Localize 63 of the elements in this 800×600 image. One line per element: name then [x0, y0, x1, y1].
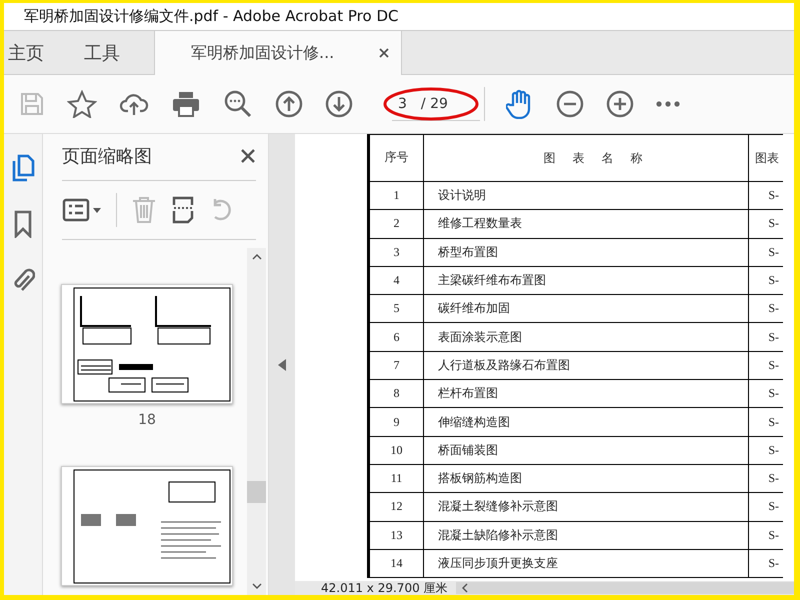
- table-cell: 11: [368, 464, 424, 493]
- table-cell: 3: [368, 238, 424, 266]
- table-cell: 桥型布置图: [424, 238, 748, 266]
- cloud-upload-icon[interactable]: [119, 91, 149, 117]
- star-icon[interactable]: [67, 90, 97, 118]
- close-icon[interactable]: [240, 148, 256, 164]
- page-number-field[interactable]: 3: [398, 96, 407, 112]
- table-cell: 伸缩缝构造图: [424, 408, 748, 436]
- tab[interactable]: 军明桥加固设计修...: [154, 31, 402, 75]
- table-cell: 表面涂装示意图: [424, 322, 748, 352]
- scroll-down-icon[interactable]: [252, 583, 262, 589]
- arrow-down-circle-icon[interactable]: [325, 90, 353, 118]
- table-cell: 维修工程数量表: [424, 210, 748, 238]
- table-cell: 栏杆布置图: [424, 380, 748, 408]
- column-header: 序号: [368, 134, 424, 182]
- options-menu-icon[interactable]: [62, 198, 102, 222]
- table-cell: 10: [368, 436, 424, 464]
- table-cell: 14: [368, 549, 424, 578]
- table-cell: 2: [368, 210, 424, 238]
- table-cell: 7: [368, 351, 424, 380]
- table-cell: 9: [368, 408, 424, 436]
- table-cell: 混凝土缺陷修补示意图: [424, 521, 748, 550]
- table-cell: 搭板钢筋构造图: [424, 464, 748, 493]
- tab[interactable]: 主页: [4, 31, 60, 74]
- table-cell: 13: [368, 521, 424, 550]
- table-cell: 1: [368, 182, 424, 210]
- pages-icon[interactable]: [11, 154, 35, 182]
- more-icon[interactable]: [656, 101, 680, 107]
- page-total: / 29: [420, 96, 448, 112]
- insert-page-icon[interactable]: [171, 196, 195, 224]
- table-cell: 设计说明: [424, 182, 748, 210]
- table-cell: 混凝土裂缝修补示意图: [424, 492, 748, 522]
- scrollbar-thumb[interactable]: [247, 480, 266, 502]
- table-cell: 桥面铺装图: [424, 436, 748, 464]
- panel-title: 页面缩略图: [62, 145, 152, 168]
- page-number-label: 18: [138, 412, 156, 428]
- tab[interactable]: 工具: [60, 31, 154, 74]
- zoom-out-icon[interactable]: [556, 90, 584, 118]
- column-header: 图 表 名 称: [424, 134, 748, 182]
- arrow-up-circle-icon[interactable]: [275, 90, 303, 118]
- table-cell: 主梁碳纤维布布置图: [424, 266, 748, 295]
- collapse-panel-icon[interactable]: [278, 358, 286, 370]
- zoom-in-icon[interactable]: [606, 90, 634, 118]
- table-cell: 12: [368, 492, 424, 522]
- search-icon[interactable]: [223, 89, 253, 119]
- table-cell: 人行道板及路缘石布置图: [424, 351, 748, 380]
- print-icon[interactable]: [171, 90, 201, 118]
- page-thumbnail[interactable]: [61, 284, 233, 404]
- table-cell: 5: [368, 294, 424, 323]
- window-title: 军明桥加固设计修编文件.pdf - Adobe Acrobat Pro DC: [24, 7, 398, 26]
- table-cell: 碳纤维布加固: [424, 294, 748, 323]
- table-cell: 6: [368, 322, 424, 352]
- table-cell: 4: [368, 266, 424, 295]
- horizontal-scrollbar[interactable]: [456, 582, 794, 594]
- table-cell: 8: [368, 380, 424, 408]
- page-thumbnail[interactable]: [61, 466, 233, 586]
- close-icon[interactable]: [379, 48, 389, 58]
- scroll-up-icon[interactable]: [252, 254, 262, 260]
- table-cell: 液压同步顶升更换支座: [424, 549, 748, 578]
- bookmark-icon[interactable]: [14, 210, 32, 238]
- page-size-label: 42.011 x 29.700 厘米: [320, 581, 449, 595]
- scroll-left-icon[interactable]: [462, 583, 468, 593]
- column-header: 图表: [748, 134, 783, 182]
